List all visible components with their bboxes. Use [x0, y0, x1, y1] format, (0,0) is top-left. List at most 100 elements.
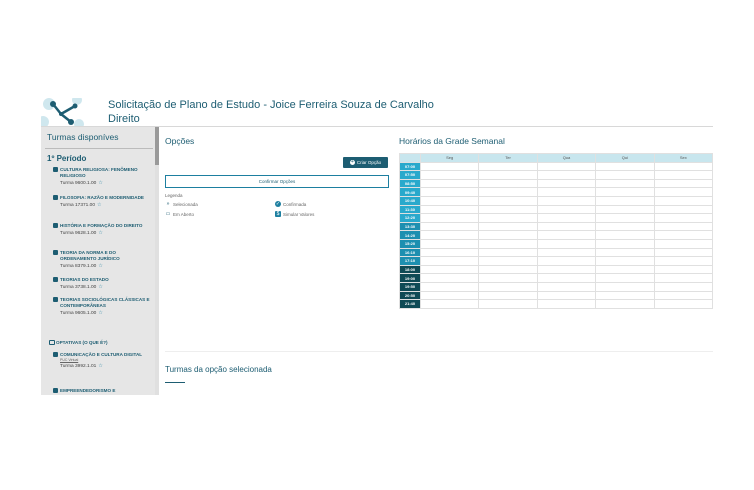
schedule-cell[interactable] — [419, 264, 480, 275]
schedule-cell[interactable] — [419, 247, 480, 258]
star-icon[interactable]: ☆ — [97, 202, 101, 208]
schedule-cell[interactable] — [478, 273, 538, 283]
schedule-cell[interactable] — [536, 195, 597, 206]
schedule-cell[interactable] — [419, 273, 480, 283]
schedule-cell[interactable] — [536, 290, 597, 301]
schedule-cell[interactable] — [419, 290, 480, 301]
schedule-cell[interactable] — [478, 187, 538, 197]
course-item[interactable]: TEORIA DA NORMA E DO ORDENAMENTO JURÍDIC… — [53, 250, 153, 269]
star-icon[interactable]: ☆ — [98, 363, 102, 369]
schedule-cell[interactable] — [478, 256, 538, 266]
schedule-cell[interactable] — [653, 213, 713, 223]
schedule-cell[interactable] — [653, 281, 713, 292]
schedule-cell[interactable] — [536, 281, 597, 292]
schedule-cell[interactable] — [595, 204, 655, 215]
schedule-cell[interactable] — [419, 213, 480, 223]
schedule-cell[interactable] — [419, 170, 480, 180]
schedule-cell[interactable] — [595, 195, 655, 206]
schedule-cell[interactable] — [595, 247, 655, 258]
schedule-cell[interactable] — [653, 290, 713, 301]
schedule-cell[interactable] — [595, 264, 655, 275]
schedule-cell[interactable] — [478, 170, 538, 180]
schedule-cell[interactable] — [419, 238, 480, 249]
schedule-cell[interactable] — [536, 204, 597, 215]
schedule-cell[interactable] — [653, 256, 713, 266]
schedule-cell[interactable] — [478, 281, 538, 292]
schedule-cell[interactable] — [419, 204, 480, 215]
schedule-cell[interactable] — [419, 187, 480, 197]
course-item[interactable]: CULTURA RELIGIOSA: FENÔMENO RELIGIOSO Tu… — [53, 167, 153, 186]
schedule-cell[interactable] — [536, 178, 597, 189]
schedule-cell[interactable] — [478, 230, 538, 240]
star-icon[interactable]: ☆ — [98, 263, 102, 269]
schedule-cell[interactable] — [419, 256, 480, 266]
schedule-cell[interactable] — [653, 195, 713, 206]
schedule-cell[interactable] — [536, 238, 597, 249]
schedule-cell[interactable] — [419, 178, 480, 189]
schedule-cell[interactable] — [536, 256, 597, 266]
schedule-cell[interactable] — [536, 273, 597, 283]
schedule-cell[interactable] — [536, 170, 597, 180]
schedule-cell[interactable] — [653, 247, 713, 258]
schedule-cell[interactable] — [653, 178, 713, 189]
schedule-cell[interactable] — [595, 221, 655, 232]
schedule-cell[interactable] — [536, 247, 597, 258]
schedule-cell[interactable] — [478, 221, 538, 232]
schedule-cell[interactable] — [419, 230, 480, 240]
schedule-cell[interactable] — [478, 238, 538, 249]
schedule-cell[interactable] — [653, 170, 713, 180]
schedule-cell[interactable] — [595, 161, 655, 172]
star-icon[interactable]: ☆ — [98, 180, 102, 186]
schedule-cell[interactable] — [478, 247, 538, 258]
schedule-cell[interactable] — [478, 161, 538, 172]
schedule-cell[interactable] — [653, 273, 713, 283]
schedule-cell[interactable] — [653, 299, 713, 309]
schedule-cell[interactable] — [419, 299, 480, 309]
course-sublink[interactable]: PUC Virtual — [53, 358, 153, 362]
schedule-cell[interactable] — [419, 195, 480, 206]
schedule-cell[interactable] — [595, 256, 655, 266]
schedule-cell[interactable] — [653, 221, 713, 232]
schedule-cell[interactable] — [653, 204, 713, 215]
schedule-cell[interactable] — [653, 161, 713, 172]
schedule-cell[interactable] — [536, 161, 597, 172]
course-item[interactable]: COMUNICAÇÃO E CULTURA DIGITAL PUC Virtua… — [53, 352, 153, 369]
schedule-cell[interactable] — [536, 187, 597, 197]
course-item[interactable]: TEORIAS DO ESTADO Turma 3738.1.00 ☆ — [53, 277, 153, 290]
schedule-cell[interactable] — [536, 221, 597, 232]
schedule-cell[interactable] — [536, 299, 597, 309]
schedule-cell[interactable] — [478, 290, 538, 301]
schedule-cell[interactable] — [478, 204, 538, 215]
schedule-cell[interactable] — [595, 299, 655, 309]
schedule-cell[interactable] — [536, 213, 597, 223]
schedule-cell[interactable] — [595, 170, 655, 180]
schedule-cell[interactable] — [595, 238, 655, 249]
schedule-cell[interactable] — [419, 281, 480, 292]
schedule-cell[interactable] — [595, 290, 655, 301]
course-item[interactable]: TEORIAS SOCIOLÓGICAS CLÁSSICAS E CONTEMP… — [53, 297, 153, 316]
schedule-cell[interactable] — [595, 230, 655, 240]
schedule-cell[interactable] — [653, 230, 713, 240]
schedule-cell[interactable] — [478, 195, 538, 206]
criar-opcao-button[interactable]: + Criar Opção — [343, 157, 388, 168]
schedule-cell[interactable] — [478, 264, 538, 275]
schedule-cell[interactable] — [478, 178, 538, 189]
confirmar-opcoes-button[interactable]: Confirmar Opções — [165, 175, 389, 188]
course-item[interactable]: FILOSOFIA: RAZÃO E MODERNIDADE Turma 173… — [53, 195, 153, 208]
schedule-cell[interactable] — [653, 238, 713, 249]
star-icon[interactable]: ☆ — [98, 284, 102, 290]
schedule-cell[interactable] — [595, 187, 655, 197]
star-icon[interactable]: ☆ — [98, 230, 102, 236]
schedule-cell[interactable] — [478, 299, 538, 309]
schedule-cell[interactable] — [478, 213, 538, 223]
schedule-cell[interactable] — [653, 264, 713, 275]
schedule-cell[interactable] — [595, 213, 655, 223]
course-item[interactable]: EMPREENDEDORISMO E — [53, 388, 153, 394]
schedule-cell[interactable] — [653, 187, 713, 197]
schedule-cell[interactable] — [595, 281, 655, 292]
schedule-cell[interactable] — [595, 178, 655, 189]
schedule-cell[interactable] — [419, 221, 480, 232]
course-item[interactable]: HISTÓRIA E FORMAÇÃO DO DIREITO Turma 962… — [53, 223, 153, 236]
star-icon[interactable]: ☆ — [98, 310, 102, 316]
schedule-cell[interactable] — [595, 273, 655, 283]
